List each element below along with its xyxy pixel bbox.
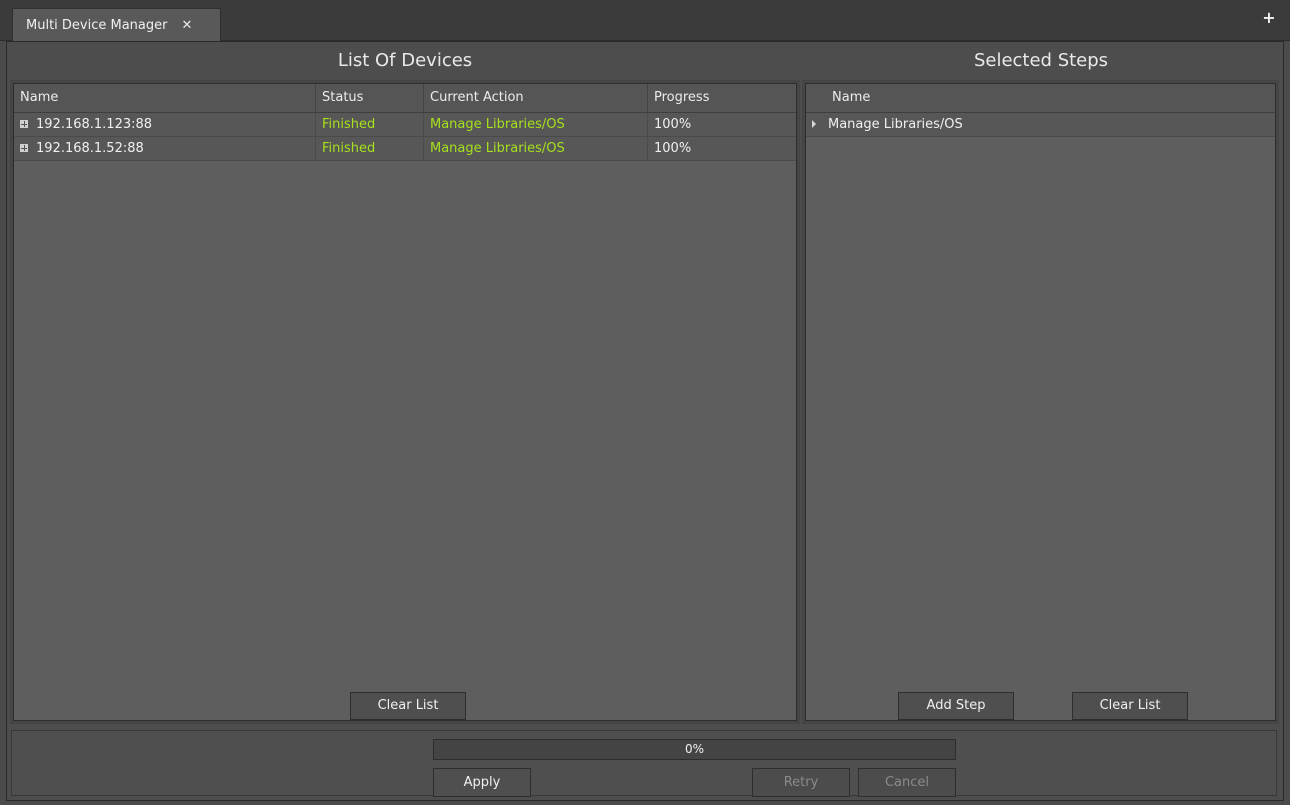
progress-text: 0% <box>684 742 705 756</box>
device-name-cell: 192.168.1.123:88 <box>14 113 316 137</box>
devices-grid: Name Status Current Action Progress 192.… <box>10 80 800 724</box>
tab-multi-device-manager[interactable]: Multi Device Manager ✕ <box>12 8 221 41</box>
device-status: Finished <box>316 113 424 137</box>
row-indicator-icon <box>812 120 816 128</box>
device-name: 192.168.1.52:88 <box>36 141 144 156</box>
step-name-cell: Manage Libraries/OS <box>806 113 1275 137</box>
device-current-action: Manage Libraries/OS <box>424 113 648 137</box>
devices-section-title: List Of Devices <box>337 50 473 71</box>
device-current-action: Manage Libraries/OS <box>424 137 648 161</box>
tab-bar: Multi Device Manager ✕ + <box>0 0 1290 41</box>
step-row[interactable]: Manage Libraries/OS <box>806 113 1275 137</box>
action-bar: 0% Apply Retry Cancel <box>11 730 1277 797</box>
devices-clear-list-button[interactable]: Clear List <box>350 692 466 720</box>
progress-bar: 0% <box>433 739 956 760</box>
device-progress: 100% <box>654 141 692 156</box>
steps-grid: Name Manage Libraries/OS Add Step Clear … <box>802 80 1279 724</box>
column-header-current-action[interactable]: Current Action <box>424 84 648 112</box>
device-row[interactable]: 192.168.1.52:88 Finished Manage Librarie… <box>14 137 796 161</box>
steps-rows: Manage Libraries/OS <box>806 113 1275 137</box>
device-name: 192.168.1.123:88 <box>36 117 153 132</box>
add-tab-icon[interactable]: + <box>1262 10 1276 26</box>
device-status: Finished <box>316 137 424 161</box>
main-content: List Of Devices Name Status Current Acti… <box>6 41 1284 801</box>
column-header-progress[interactable]: Progress <box>648 84 796 112</box>
steps-clear-list-button[interactable]: Clear List <box>1072 692 1188 720</box>
tab-title: Multi Device Manager <box>26 17 168 33</box>
multi-device-manager-window: Multi Device Manager ✕ + List Of Devices… <box>0 0 1290 805</box>
close-icon[interactable]: ✕ <box>181 18 192 33</box>
column-header-name[interactable]: Name <box>14 84 316 112</box>
apply-button[interactable]: Apply <box>433 768 531 797</box>
devices-grid-header: Name Status Current Action Progress <box>14 84 796 113</box>
add-step-button[interactable]: Add Step <box>898 692 1014 720</box>
column-header-status[interactable]: Status <box>316 84 424 112</box>
column-header-step-name[interactable]: Name <box>826 84 1266 112</box>
device-name-cell: 192.168.1.52:88 <box>14 137 316 161</box>
step-name: Manage Libraries/OS <box>828 117 963 132</box>
retry-button[interactable]: Retry <box>752 768 850 797</box>
expand-plus-icon[interactable] <box>20 144 28 152</box>
steps-section-title: Selected Steps <box>973 50 1109 71</box>
steps-header-spacer <box>806 84 826 112</box>
device-row[interactable]: 192.168.1.123:88 Finished Manage Librari… <box>14 113 796 137</box>
device-progress: 100% <box>654 117 692 132</box>
expand-plus-icon[interactable] <box>20 120 28 128</box>
cancel-button[interactable]: Cancel <box>858 768 956 797</box>
devices-rows: 192.168.1.123:88 Finished Manage Librari… <box>14 113 796 161</box>
steps-grid-header: Name <box>806 84 1275 113</box>
